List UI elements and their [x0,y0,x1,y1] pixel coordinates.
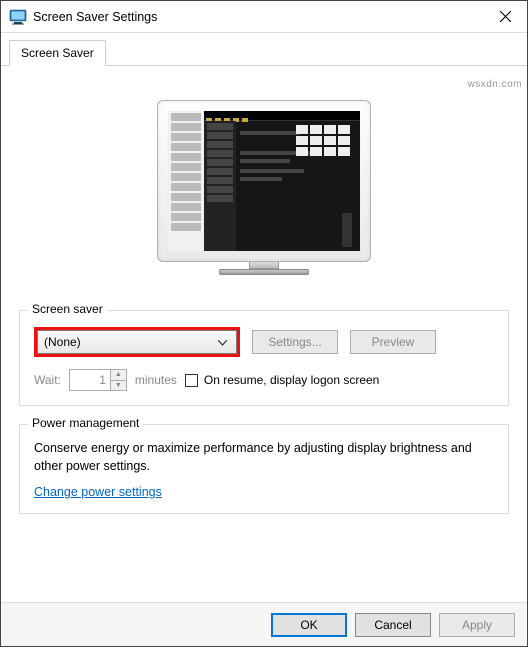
power-management-text: Conserve energy or maximize performance … [34,439,494,475]
close-icon [500,11,511,22]
power-management-group: Power management Conserve energy or maxi… [19,424,509,514]
watermark: wsxdn.com [467,79,522,90]
settings-button[interactable]: Settings... [252,330,338,354]
dialog-footer: OK Cancel Apply [1,602,527,646]
screen-saver-select[interactable]: (None) [37,330,237,354]
wait-input[interactable] [70,370,110,390]
spin-down-icon[interactable]: ▼ [111,381,126,391]
wait-unit-label: minutes [135,373,177,387]
window-title: Screen Saver Settings [33,10,483,24]
screen-saver-icon [9,8,27,26]
resume-logon-checkbox[interactable]: On resume, display logon screen [185,373,379,387]
screen-saver-settings-dialog: Screen Saver Settings Screen Saver [0,0,528,647]
close-button[interactable] [483,1,527,32]
screen-saver-group-title: Screen saver [28,302,107,316]
tab-panel: Screen saver (None) Settings... Preview … [1,66,527,602]
resume-logon-label: On resume, display logon screen [204,373,379,387]
screen-saver-select-value: (None) [44,335,214,349]
checkbox-icon [185,374,198,387]
spin-up-icon[interactable]: ▲ [111,370,126,381]
titlebar: Screen Saver Settings [1,1,527,33]
power-management-group-title: Power management [28,416,143,430]
chevron-down-icon [214,335,230,349]
preview-screen [168,111,360,251]
change-power-settings-link[interactable]: Change power settings [34,485,162,499]
screen-saver-group: Screen saver (None) Settings... Preview … [19,310,509,406]
preview-monitor [157,100,371,276]
cancel-button[interactable]: Cancel [355,613,431,637]
preview-button[interactable]: Preview [350,330,436,354]
ok-button[interactable]: OK [271,613,347,637]
tab-screen-saver[interactable]: Screen Saver [9,40,106,66]
screen-saver-combo-highlight: (None) [34,327,240,357]
apply-button[interactable]: Apply [439,613,515,637]
preview-monitor-area [19,72,509,310]
wait-spinner[interactable]: ▲ ▼ [69,369,127,391]
wait-label: Wait: [34,373,61,387]
tabstrip: Screen Saver [1,33,527,66]
